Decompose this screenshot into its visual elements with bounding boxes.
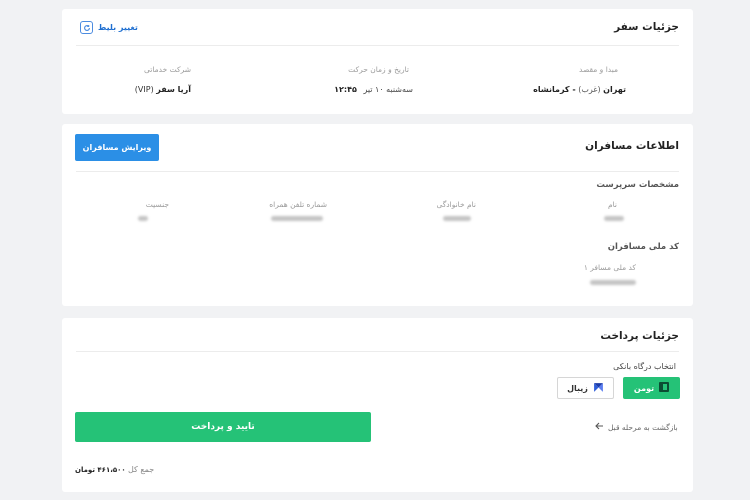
destination-city: - کرمانشاه (533, 85, 576, 94)
datetime-label: تاریخ و زمان حرکت (348, 65, 409, 74)
back-link-label: بازگشت به مرحله قبل (608, 422, 678, 432)
change-ticket-button[interactable]: تغییر بلیط (80, 21, 138, 34)
total-label: جمع کل (128, 465, 155, 474)
departure-date: سه‌شنبه ۱۰ تیر (363, 85, 413, 94)
supervisor-heading: مشخصات سرپرست (596, 180, 679, 190)
gateway-toman-label: تومن (633, 383, 655, 393)
passengers-title: اطلاعات مسافران (585, 140, 679, 152)
divider (76, 171, 679, 172)
family-label: نام خانوادگی (436, 200, 476, 209)
gender-label: جنسیت (145, 200, 169, 209)
toman-logo-icon (659, 382, 670, 394)
name-value-redacted (604, 216, 624, 221)
national-code-label: کد ملی مسافر ۱ (583, 263, 636, 272)
name-label: نام (607, 200, 617, 209)
trip-details-card: جزئیات سفر تغییر بلیط مبدا و مقصد تهران … (62, 9, 693, 114)
route-value: تهران (غرب) - کرمانشاه (533, 85, 626, 94)
company-class: (VIP) (134, 85, 154, 94)
divider (76, 351, 679, 352)
company-value: آریا سفر (VIP) (135, 85, 191, 94)
arrow-left-icon (595, 422, 604, 432)
payment-card: جزئیات پرداخت انتخاب درگاه بانکی تومن زی… (62, 318, 693, 492)
datetime-value: سه‌شنبه ۱۰ تیر ۱۲:۴۵ (334, 85, 413, 94)
gateway-zibal-button[interactable]: زیبال (557, 377, 614, 399)
back-link[interactable]: بازگشت به مرحله قبل (595, 422, 678, 432)
company-label: شرکت خدماتی (144, 65, 191, 74)
phone-label: شماره تلفن همراه (269, 200, 327, 209)
origin-city: تهران (603, 85, 626, 94)
gateway-label: انتخاب درگاه بانکی (613, 362, 676, 371)
family-value-redacted (443, 216, 471, 221)
phone-value-redacted (271, 216, 323, 221)
divider (76, 45, 679, 46)
departure-time: ۱۲:۴۵ (334, 85, 357, 94)
payment-title: جزئیات پرداخت (600, 330, 679, 342)
change-ticket-label: تغییر بلیط (98, 23, 138, 32)
national-code-redacted (590, 280, 636, 285)
company-name: آریا سفر (156, 85, 191, 94)
gateway-toman-button[interactable]: تومن (623, 377, 680, 399)
origin-note: (غرب) (578, 85, 601, 94)
total-value: ۴۶۱،۵۰۰ تومان (75, 466, 126, 474)
national-code-heading: کد ملی مسافران (607, 242, 679, 252)
refresh-icon (80, 21, 93, 34)
passengers-card: اطلاعات مسافران ویرایش مسافران مشخصات سر… (62, 124, 693, 306)
trip-details-title: جزئیات سفر (614, 21, 679, 33)
confirm-pay-button[interactable]: تایید و پرداخت (75, 412, 371, 442)
zibal-logo-icon (593, 382, 604, 395)
gateway-zibal-label: زیبال (567, 383, 588, 393)
route-label: مبدا و مقصد (579, 65, 618, 74)
gender-value-redacted (138, 216, 148, 221)
edit-passengers-button[interactable]: ویرایش مسافران (75, 134, 159, 161)
